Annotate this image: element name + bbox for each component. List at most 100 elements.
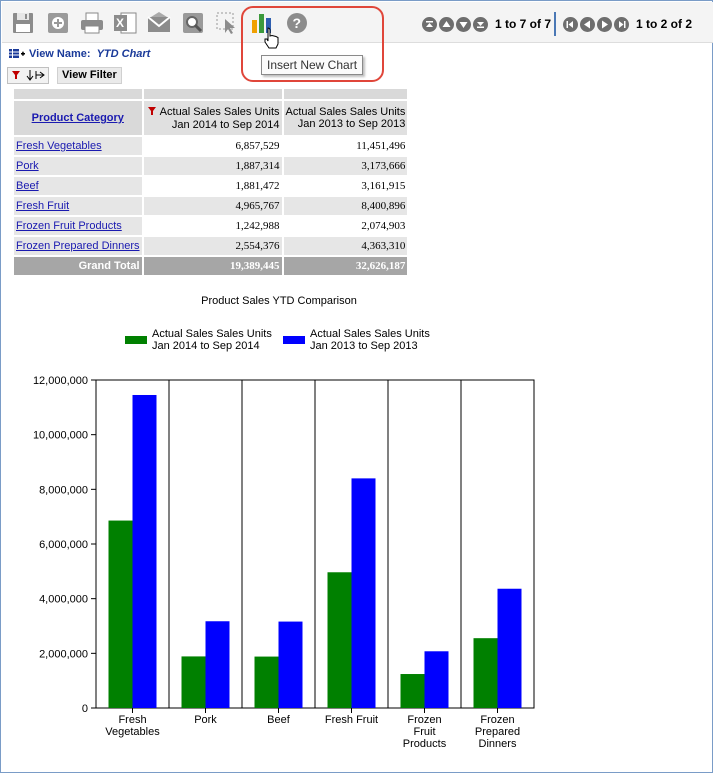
header-corner: [14, 89, 142, 99]
view-name-label: View Name:: [29, 48, 91, 60]
bar-2014: [254, 656, 279, 708]
x-tick-label: Fresh Fruit: [325, 714, 378, 726]
row-category-link[interactable]: Fresh Fruit: [16, 200, 69, 212]
row-value-v2: 4,363,310: [283, 237, 408, 255]
next-page-icon[interactable]: [456, 16, 471, 32]
y-tick-label: 10,000,000: [33, 430, 88, 442]
bar-2013: [424, 651, 449, 708]
next-column-icon[interactable]: [597, 16, 612, 32]
grand-total-row: Grand Total 19,389,445 32,626,187: [14, 257, 408, 275]
product-category-link[interactable]: Product Category: [32, 112, 124, 124]
x-tick-label: Prepared: [475, 726, 520, 738]
table-row: Frozen Prepared Dinners 2,554,376 4,363,31…: [14, 237, 408, 255]
first-page-icon[interactable]: [422, 16, 437, 32]
filter-controls[interactable]: [7, 66, 49, 84]
view-filter-button[interactable]: View Filter: [57, 66, 122, 84]
row-paging-text: 1 to 7 of 7: [495, 17, 552, 31]
bar-2014: [108, 520, 133, 708]
row-value-v1: 4,965,767: [143, 197, 282, 215]
filter-icon[interactable]: [11, 69, 25, 81]
row-pager: 1 to 7 of 7: [422, 14, 551, 34]
row-value-v2: 2,074,903: [283, 217, 408, 235]
column-paging-text: 1 to 2 of 2: [636, 17, 693, 31]
hand-cursor-icon: [264, 27, 279, 49]
search-icon[interactable]: [180, 10, 206, 36]
add-icon[interactable]: [45, 10, 71, 36]
table-row: Pork 1,887,314 3,173,666: [14, 157, 408, 175]
prev-column-icon[interactable]: [580, 16, 595, 32]
row-category-link[interactable]: Frozen Prepared Dinners: [16, 240, 140, 252]
column-pager: 1 to 2 of 2: [563, 14, 692, 34]
row-category-cell: Pork: [14, 157, 142, 175]
last-page-icon[interactable]: [473, 16, 488, 32]
table-row: Beef 1,881,472 3,161,915: [14, 177, 408, 195]
row-category-cell: Fresh Fruit: [14, 197, 142, 215]
y-tick-label: 8,000,000: [39, 484, 88, 496]
legend-swatch: [283, 336, 305, 344]
sort-filter-icon[interactable]: [147, 106, 157, 119]
row-value-v1: 1,887,314: [143, 157, 282, 175]
x-tick-label: Products: [403, 738, 447, 750]
legend-label: Actual Sales Sales Units: [152, 328, 272, 340]
bar-2013: [132, 394, 157, 708]
row-value-v2: 3,173,666: [283, 157, 408, 175]
header-measure-2014[interactable]: Actual Sales Sales Units Jan 2014 to Sep…: [143, 101, 282, 135]
table-row: Fresh Fruit 4,965,767 8,400,896: [14, 197, 408, 215]
chart-svg: Product Sales YTD Comparison Actual Sales…: [33, 295, 535, 750]
grand-total-label: Grand Total: [14, 257, 142, 275]
x-tick-label: Frozen: [480, 714, 514, 726]
row-category-link[interactable]: Fresh Vegetables: [16, 140, 102, 152]
chart-title: Product Sales YTD Comparison: [201, 295, 357, 307]
first-column-icon[interactable]: [563, 16, 578, 32]
sort-down-icon[interactable]: [25, 69, 35, 81]
last-column-icon[interactable]: [614, 16, 629, 32]
grand-total-v2: 32,626,187: [283, 257, 408, 275]
report-window: X ? 1 to 7 of 7 1 to 2 of 2 Insert New C…: [0, 0, 713, 773]
bar-2013: [497, 588, 522, 708]
filter-bar: View Filter: [7, 66, 122, 84]
x-tick-label: Beef: [267, 714, 291, 726]
header-measure-2013[interactable]: Actual Sales Sales Units Jan 2013 to Sep…: [283, 101, 408, 135]
table-row: Frozen Fruit Products 1,242,988 2,074,903: [14, 217, 408, 235]
row-category-link[interactable]: Pork: [16, 160, 39, 172]
row-value-v1: 6,857,529: [143, 137, 282, 155]
arrow-right-icon[interactable]: [35, 69, 45, 81]
legend-label: Jan 2014 to Sep 2014: [152, 340, 260, 352]
print-icon[interactable]: [79, 10, 105, 36]
row-value-v1: 1,881,472: [143, 177, 282, 195]
header-product-category: Product Category: [14, 101, 142, 135]
grid-add-icon[interactable]: [9, 49, 25, 59]
svg-text:X: X: [116, 16, 124, 30]
row-category-cell: Frozen Prepared Dinners: [14, 237, 142, 255]
bar-2013: [278, 621, 303, 708]
bar-2014: [473, 638, 498, 708]
bar-2014: [181, 656, 206, 708]
row-category-link[interactable]: Frozen Fruit Products: [16, 220, 122, 232]
data-table: Product Category Actual Sales Sales Unit…: [12, 87, 409, 277]
header-m2-line1: Actual Sales Sales Units: [285, 106, 406, 118]
prev-page-icon[interactable]: [439, 16, 454, 32]
bar-2013: [351, 478, 376, 708]
header-spacer: [283, 89, 408, 99]
row-value-v1: 1,242,988: [143, 217, 282, 235]
save-icon[interactable]: [10, 10, 36, 36]
bar-chart: Product Sales YTD Comparison Actual Sales…: [21, 289, 561, 754]
view-name-value[interactable]: YTD Chart: [97, 48, 151, 60]
y-tick-label: 2,000,000: [39, 648, 88, 660]
select-icon[interactable]: [214, 10, 240, 36]
y-tick-label: 0: [82, 703, 88, 715]
row-category-cell: Beef: [14, 177, 142, 195]
legend-label: Jan 2013 to Sep 2013: [310, 340, 418, 352]
legend-swatch: [125, 336, 147, 344]
bar-2014: [327, 572, 352, 708]
insert-chart-tooltip: Insert New Chart: [261, 55, 364, 75]
excel-icon[interactable]: X: [112, 10, 138, 36]
email-icon[interactable]: [146, 10, 172, 36]
bar-2014: [400, 674, 425, 708]
y-tick-label: 12,000,000: [33, 375, 88, 387]
x-tick-label: Dinners: [479, 738, 517, 750]
y-tick-label: 4,000,000: [39, 594, 88, 606]
row-category-link[interactable]: Beef: [16, 180, 39, 192]
header-m1-line2: Jan 2014 to Sep 2014: [171, 118, 280, 131]
row-value-v2: 8,400,896: [283, 197, 408, 215]
